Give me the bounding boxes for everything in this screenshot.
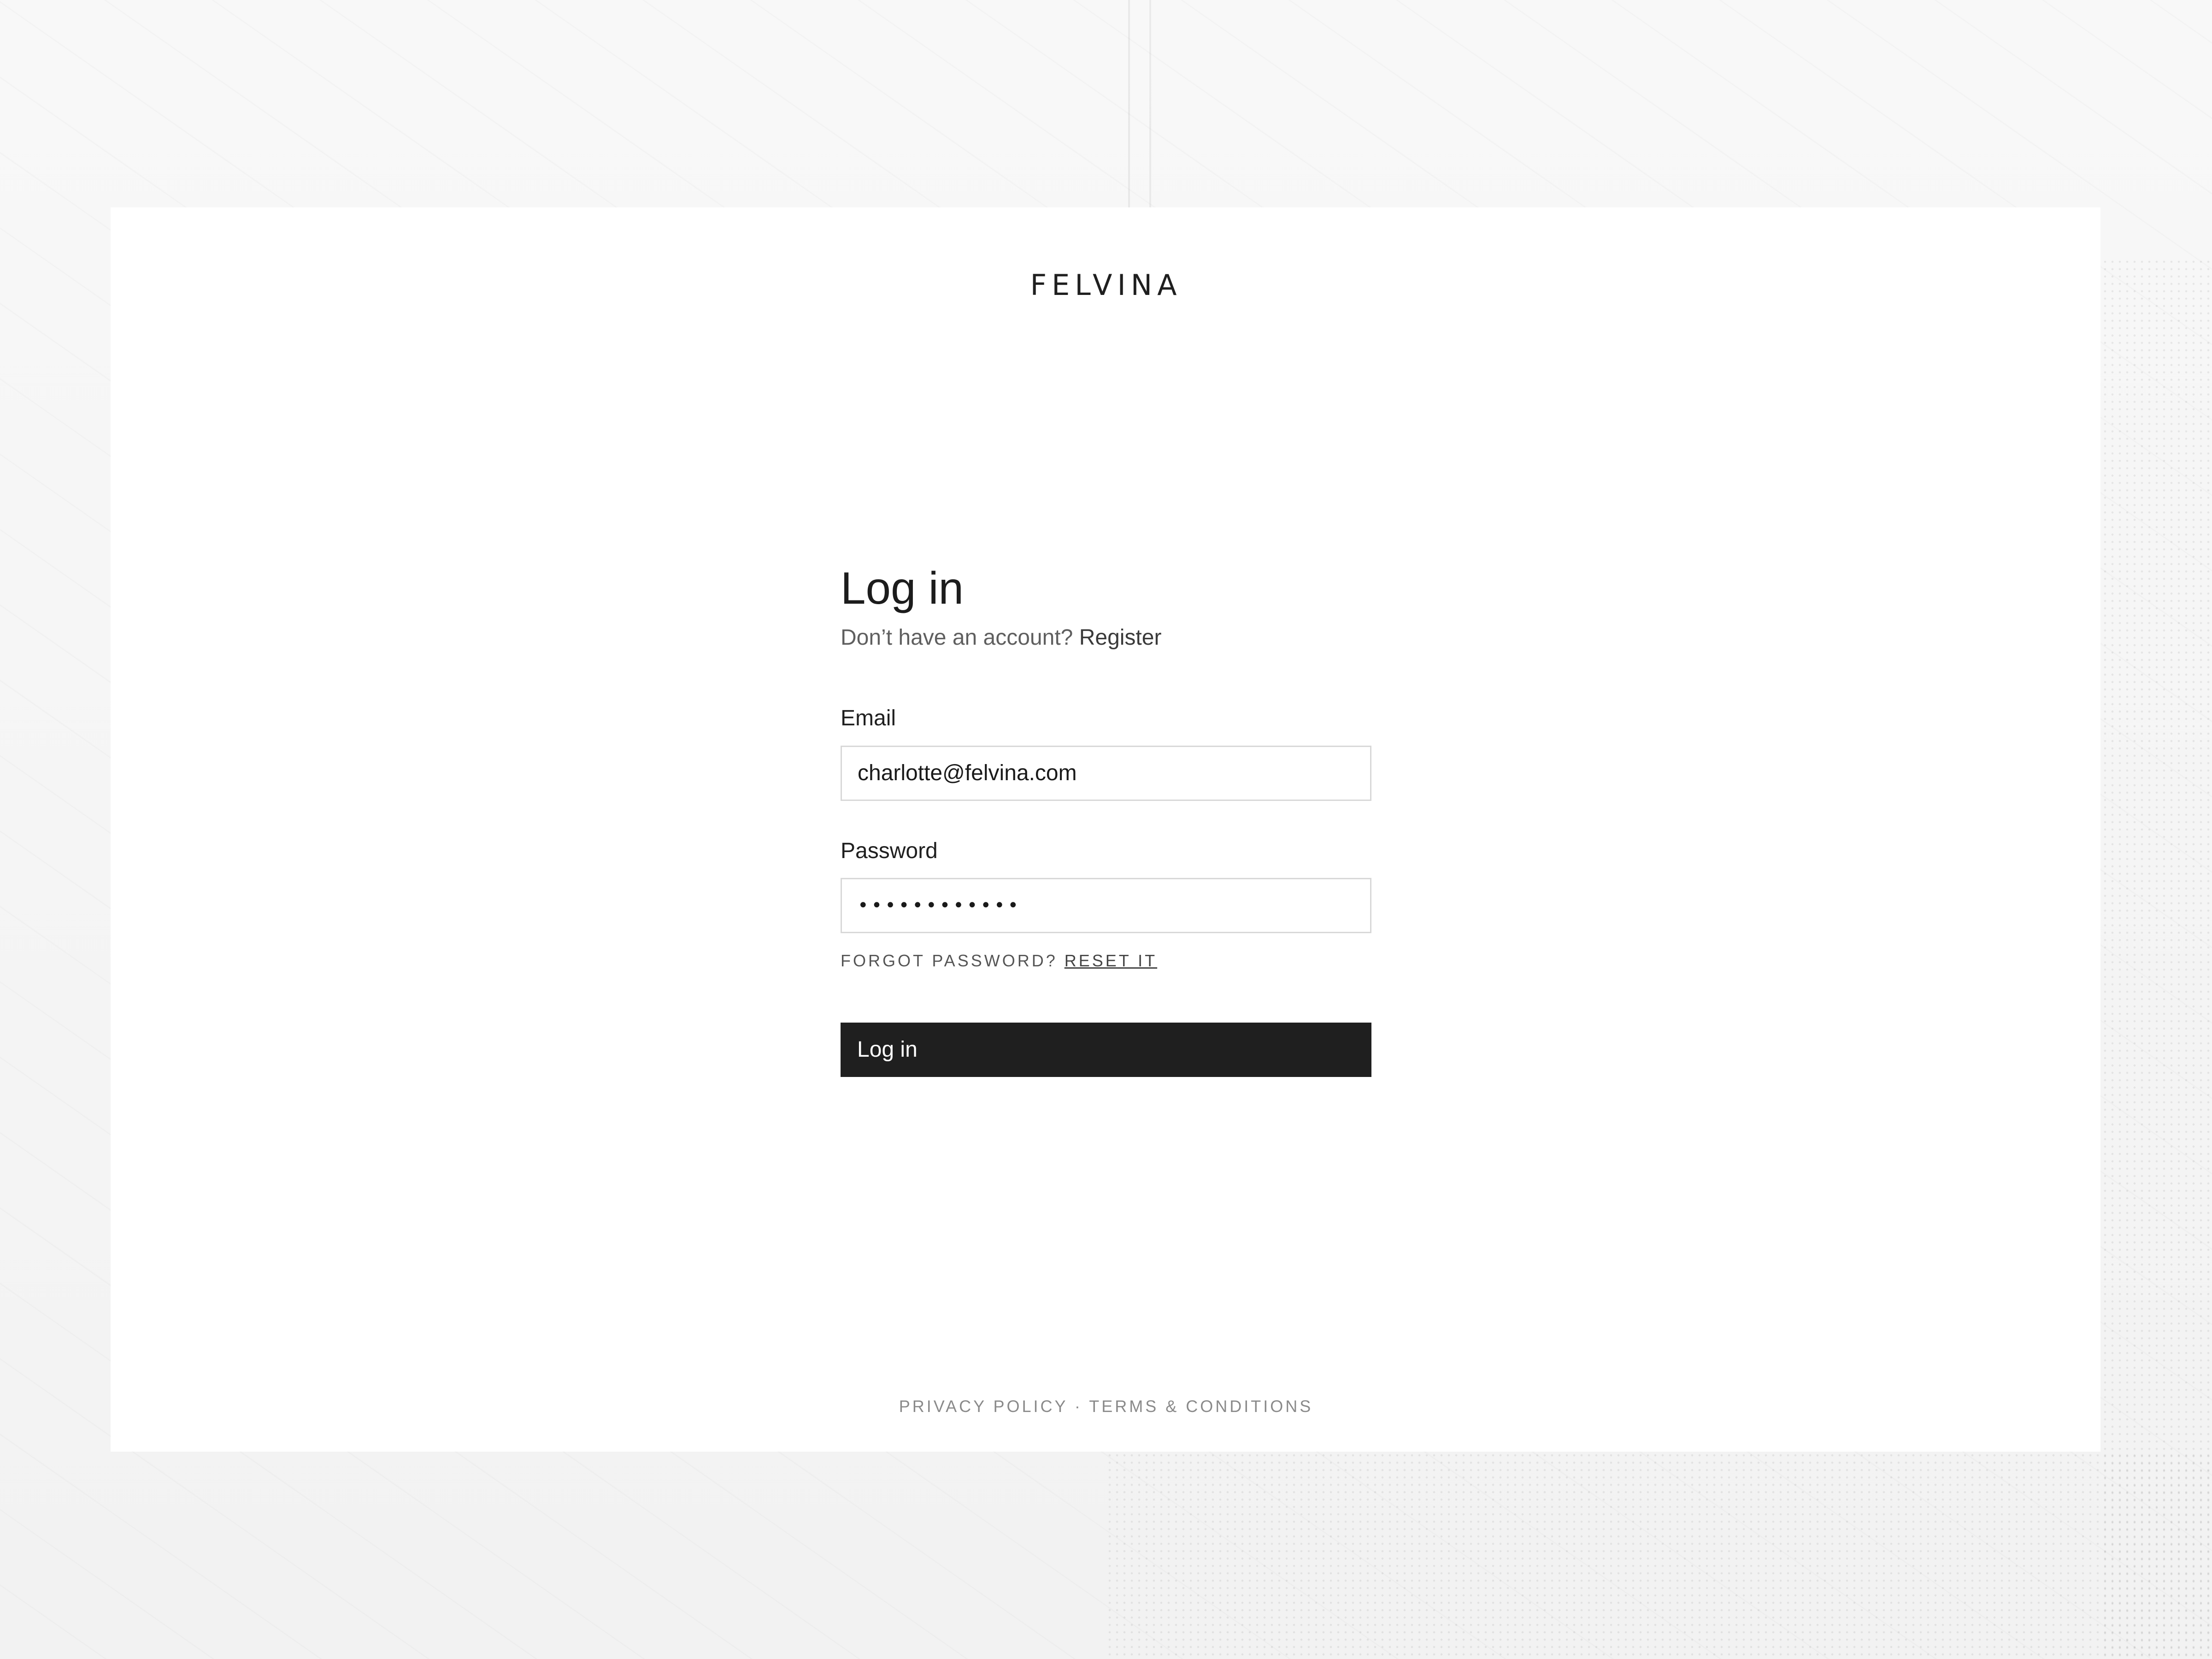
background-dot-pattern (1106, 1452, 2212, 1659)
footer-links: PRIVACY POLICY · TERMS & CONDITIONS (0, 1396, 2212, 1416)
register-link[interactable]: Register (1079, 625, 1162, 650)
footer-separator: · (1074, 1397, 1082, 1416)
brand-logo[interactable]: FELVINA (0, 271, 2212, 300)
login-form: Log in Don’t have an account? Register E… (841, 562, 1371, 1077)
forgot-password-text: FORGOT PASSWORD? (841, 951, 1058, 971)
reset-password-link[interactable]: RESET IT (1065, 951, 1157, 970)
email-label: Email (841, 706, 896, 731)
page-title: Log in (841, 563, 964, 613)
email-input-value: charlotte@felvina.com (858, 761, 1077, 786)
no-account-text: Don’t have an account? (841, 625, 1073, 650)
terms-conditions-link[interactable]: TERMS & CONDITIONS (1089, 1397, 1313, 1416)
register-prompt: Don’t have an account? Register (841, 624, 1371, 651)
login-button-label: Log in (857, 1037, 918, 1062)
password-input[interactable]: •••••••••••• (841, 878, 1371, 934)
background-post (1128, 0, 1130, 207)
login-button[interactable]: Log in (841, 1022, 1371, 1077)
password-label: Password (841, 838, 938, 863)
background-post (1149, 0, 1151, 207)
privacy-policy-link[interactable]: PRIVACY POLICY (899, 1397, 1068, 1416)
forgot-password: FORGOT PASSWORD? RESET IT (841, 951, 1371, 971)
password-input-value: •••••••••••• (858, 895, 1022, 917)
email-input[interactable]: charlotte@felvina.com (841, 745, 1371, 801)
background-dot-pattern-side (2101, 258, 2212, 1659)
